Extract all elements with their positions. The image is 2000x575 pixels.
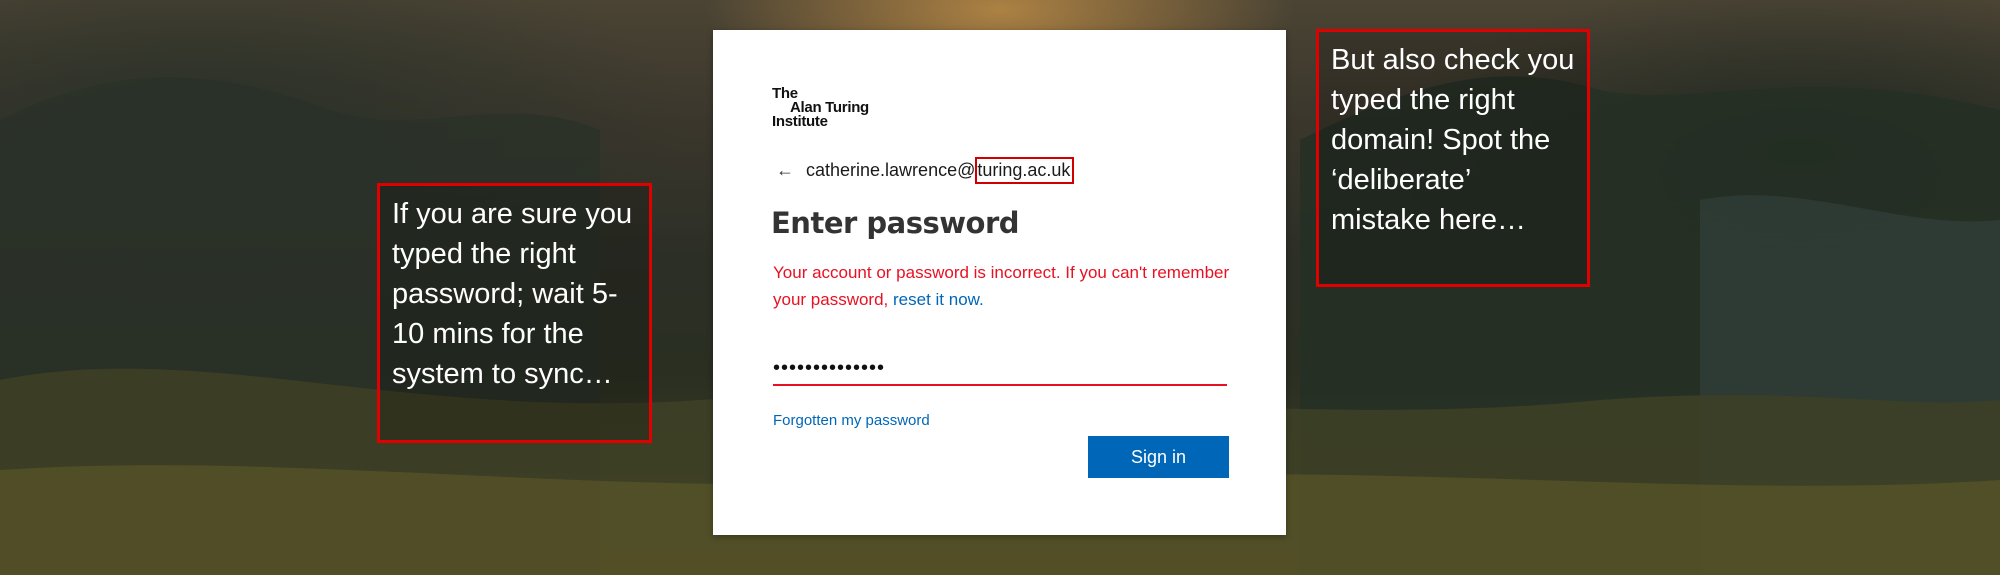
account-domain: turing.ac.uk	[975, 156, 1075, 184]
account-username: catherine.lawrence@	[806, 159, 976, 180]
forgot-password-link[interactable]: Forgotten my password	[773, 412, 930, 429]
error-message: Your account or password is incorrect. I…	[773, 259, 1233, 313]
background-scene: If you are sure you typed the right pass…	[0, 0, 2000, 575]
annotation-password-sync: If you are sure you typed the right pass…	[377, 183, 652, 443]
annotation-text: If you are sure you typed the right pass…	[392, 198, 633, 390]
arrow-left-icon[interactable]: ←	[776, 160, 794, 181]
account-identity: ← catherine.lawrence@ turing.ac.uk	[776, 156, 1075, 184]
institute-logo: The Alan Turing Institute	[772, 86, 869, 130]
login-card: The Alan Turing Institute ← catherine.la…	[713, 30, 1286, 535]
sign-in-button[interactable]: Sign in	[1088, 436, 1229, 478]
logo-line: Institute	[772, 113, 828, 130]
password-field[interactable]	[773, 352, 1227, 386]
page-title: Enter password	[771, 206, 1020, 240]
error-text: Your account or password is incorrect. I…	[773, 263, 1230, 309]
annotation-domain-check: But also check you typed the right domai…	[1316, 29, 1590, 287]
reset-password-link[interactable]: reset it now.	[893, 290, 984, 309]
annotation-text: But also check you typed the right domai…	[1331, 44, 1575, 236]
